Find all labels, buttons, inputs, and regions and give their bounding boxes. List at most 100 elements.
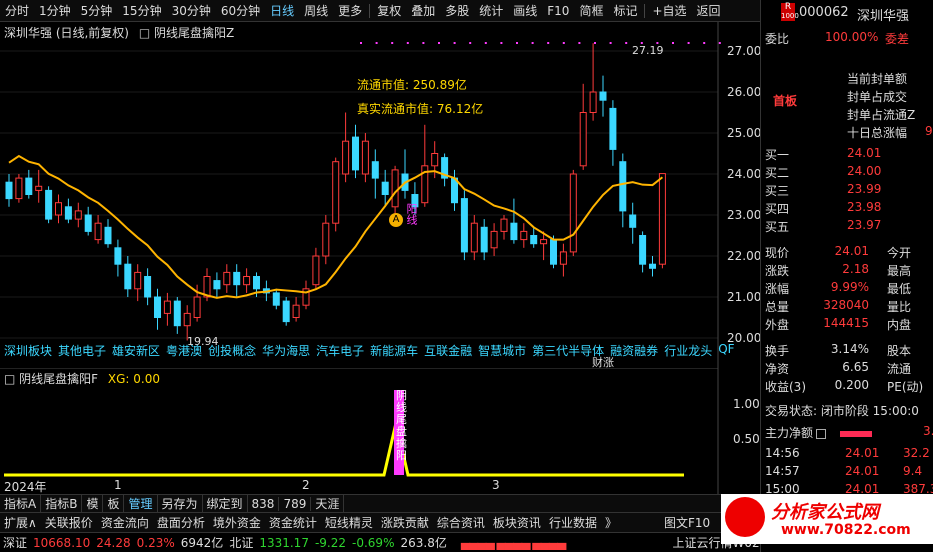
toolbar-item-15[interactable]: 简框 — [574, 0, 608, 22]
bottom-tab-0[interactable]: 指标A — [0, 495, 42, 512]
concept-tag[interactable]: 智慧城市 — [478, 342, 526, 359]
candle — [64, 198, 72, 224]
net-flow-icon — [816, 428, 827, 439]
status-tab-8[interactable]: 综合资讯 — [433, 514, 489, 531]
bottom-tab-2[interactable]: 模 — [82, 495, 104, 512]
toolbar-item-11[interactable]: 多股 — [440, 0, 474, 22]
high-price-label: 27.19 — [632, 44, 664, 57]
candle — [658, 173, 666, 269]
bid-row: 买五 23.97 — [765, 218, 882, 234]
bz-pct: -0.69% — [352, 535, 395, 550]
signal-dot — [718, 42, 721, 44]
concept-tag[interactable]: 雄安新区 — [112, 342, 160, 359]
status-tab-11[interactable]: 》 — [601, 514, 621, 531]
logo-icon — [725, 497, 765, 537]
toolbar-item-8[interactable]: 更多 — [333, 0, 367, 22]
candle — [312, 247, 320, 289]
sz-pct: 0.23% — [136, 535, 175, 550]
indicator-axis-2: 0.50 — [733, 432, 760, 446]
candle — [510, 198, 518, 244]
indicator-line — [4, 422, 684, 477]
status-tab-6[interactable]: 短线精灵 — [321, 514, 377, 531]
bid-row: 买三 23.99 — [765, 182, 882, 198]
toolbar-item-7[interactable]: 周线 — [299, 0, 333, 22]
toolbar-item-4[interactable]: 30分钟 — [167, 0, 216, 22]
status-tab-4[interactable]: 境外资金 — [209, 514, 265, 531]
signal-dot — [500, 42, 503, 44]
candle — [272, 288, 280, 310]
bottom-tab-8[interactable]: 789 — [279, 496, 312, 511]
candle — [5, 174, 13, 207]
toolbar-item-10[interactable]: 叠加 — [406, 0, 440, 22]
toolbar-item-12[interactable]: 统计 — [474, 0, 508, 22]
price-tick-5: 22.00 — [727, 249, 762, 263]
toolbar-item-9[interactable]: 复权 — [372, 0, 406, 22]
indicator-chart[interactable] — [0, 368, 760, 494]
candle — [639, 231, 647, 273]
concept-tag[interactable]: 汽车电子 — [316, 342, 364, 359]
bottom-tab-9[interactable]: 天涯 — [311, 495, 345, 512]
status-tab-2[interactable]: 资金流向 — [97, 514, 153, 531]
toolbar-item-6[interactable]: 日线 — [265, 0, 299, 22]
bottom-tab-1[interactable]: 指标B — [41, 495, 83, 512]
concept-tag[interactable]: 其他电子 — [58, 342, 106, 359]
net-flow-bar — [840, 430, 873, 437]
toolbar-item-1[interactable]: 1分钟 — [34, 0, 76, 22]
concept-tag[interactable]: 粤港澳 — [166, 342, 202, 359]
bz-label: 北证 — [229, 536, 254, 550]
bottom-tab-4[interactable]: 管理 — [124, 495, 158, 512]
toolbar-item-5[interactable]: 60分钟 — [216, 0, 265, 22]
signal-dot — [578, 42, 581, 44]
quote-row: 涨幅 9.99% 最低 — [765, 280, 912, 296]
price-tick-6: 21.00 — [727, 290, 762, 304]
status-tab-10[interactable]: 行业数据 — [545, 514, 601, 531]
candle — [114, 239, 122, 277]
candle — [599, 75, 607, 117]
signal-dot — [531, 42, 534, 44]
toolbar-item-13[interactable]: 画线 — [508, 0, 542, 22]
candle — [490, 223, 498, 256]
candle — [243, 268, 251, 293]
concept-tag[interactable]: 融资融券 — [610, 342, 658, 359]
toolbar-item-0[interactable]: 分时 — [0, 0, 34, 22]
status-tab-3[interactable]: 盘面分析 — [153, 514, 209, 531]
candle — [609, 100, 617, 166]
concept-tag[interactable]: QF — [718, 342, 734, 359]
signal-icon[interactable]: A — [389, 213, 403, 227]
concept-tag[interactable]: 行业龙头 — [664, 342, 712, 359]
signal-dot — [422, 42, 425, 44]
concept-tag[interactable]: 深圳板块 — [4, 342, 52, 359]
price-tick-0: 27.00 — [727, 44, 762, 58]
stock-name: 深圳华强 — [857, 9, 910, 24]
signal-dot — [672, 42, 674, 44]
toolbar-item-16[interactable]: 标记 — [608, 0, 642, 22]
bottom-tab-5[interactable]: 另存为 — [158, 495, 203, 512]
concept-tag[interactable]: 华为海思 — [262, 342, 310, 359]
candlestick-chart[interactable] — [0, 22, 760, 368]
chart-toolbar: 分时 1分钟 5分钟 15分钟 30分钟 60分钟 日线 周线 更多 复权 叠加 多股 统计 画线 F10 简… — [0, 0, 760, 22]
f10-button[interactable]: 图文F10 — [664, 514, 710, 531]
bz-index: 1331.17 — [259, 535, 309, 550]
signal-dot — [484, 42, 487, 44]
bottom-tab-6[interactable]: 绑定到 — [203, 495, 248, 512]
toolbar-item-3[interactable]: 15分钟 — [117, 0, 166, 22]
toolbar-item-18[interactable]: 返回 — [692, 0, 726, 22]
concept-tag[interactable]: 互联金融 — [424, 342, 472, 359]
concept-tag[interactable]: 新能源车 — [370, 342, 418, 359]
x-label-year: 2024年 — [4, 480, 47, 494]
status-tab-0[interactable]: 扩展∧ — [0, 514, 41, 531]
status-tab-7[interactable]: 涨跌贡献 — [377, 514, 433, 531]
status-tab-9[interactable]: 板块资讯 — [489, 514, 545, 531]
status-tab-1[interactable]: 关联报价 — [41, 514, 97, 531]
toolbar-item-17[interactable]: +自选 — [647, 0, 691, 22]
status-tab-5[interactable]: 资金统计 — [265, 514, 321, 531]
candle — [520, 223, 528, 248]
toolbar-item-14[interactable]: F10 — [542, 0, 574, 22]
signal-dot — [687, 42, 690, 44]
bottom-tab-3[interactable]: 板 — [103, 495, 125, 512]
candle — [619, 153, 627, 228]
concept-tag[interactable]: 创投概念 — [208, 342, 256, 359]
candle — [134, 264, 142, 302]
bottom-tab-7[interactable]: 838 — [248, 496, 280, 511]
toolbar-item-2[interactable]: 5分钟 — [76, 0, 118, 22]
